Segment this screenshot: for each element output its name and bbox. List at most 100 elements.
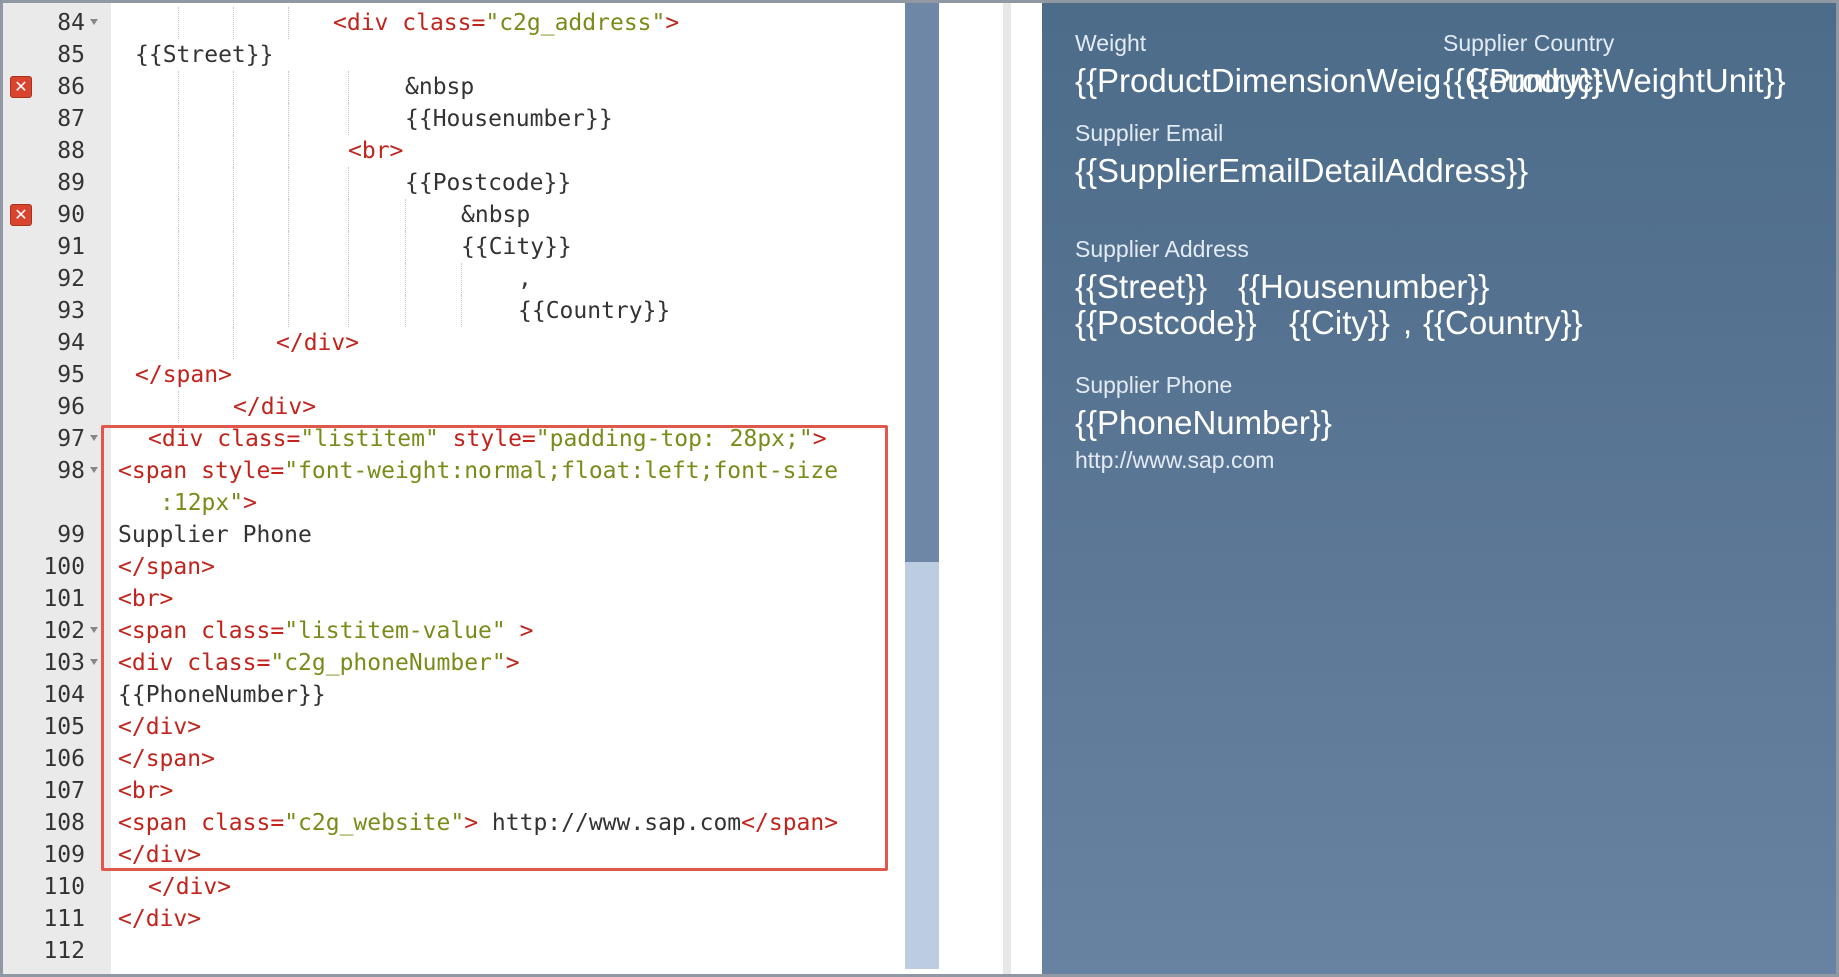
code-text: {{Country}}	[518, 295, 670, 327]
code-line[interactable]: 88 <br>	[3, 135, 905, 167]
supplier-country-label: Supplier Country	[1443, 30, 1615, 56]
line-number: 92	[57, 266, 85, 292]
indent-guide	[288, 135, 289, 167]
line-number: 101	[43, 586, 85, 612]
address-postcode: {{Postcode}}	[1075, 304, 1257, 341]
indent-guide	[233, 71, 234, 103]
address-country: {{Country}}	[1423, 304, 1583, 341]
indent-guide	[233, 231, 234, 263]
line-number: 103	[43, 650, 85, 676]
code-editor[interactable]: 84 <div class="c2g_address"> 85 {{Street}} 8…	[3, 3, 939, 974]
code-text: </span>	[135, 359, 232, 391]
code-token: </div>	[148, 874, 232, 900]
line-number: 88	[57, 138, 85, 164]
highlight-box	[101, 425, 888, 871]
address-comma: ,	[1403, 304, 1413, 341]
line-number: 105	[43, 714, 85, 740]
fold-arrow-icon[interactable]	[90, 627, 98, 633]
line-number: 94	[57, 330, 85, 356]
code-text: {{Housenumber}}	[405, 103, 613, 135]
code-line[interactable]: 96 </div>	[3, 391, 905, 423]
code-token: {{Housenumber}}	[405, 106, 613, 132]
supplier-address-label: Supplier Address	[1075, 236, 1249, 262]
code-token: {{Postcode}}	[405, 170, 572, 196]
code-text: </div>	[118, 903, 201, 935]
fold-arrow-icon[interactable]	[90, 659, 98, 665]
code-text: {{Street}}	[135, 39, 273, 71]
line-number: 97	[57, 426, 85, 452]
line-number: 102	[43, 618, 85, 644]
code-line[interactable]: 85 {{Street}}	[3, 39, 905, 71]
code-token: </div>	[276, 330, 360, 356]
error-marker-icon[interactable]: ✕	[10, 204, 32, 226]
editor-scrollbar-thumb[interactable]	[905, 3, 939, 562]
line-number: 96	[57, 394, 85, 420]
line-number: 84	[57, 10, 85, 36]
line-number: 87	[57, 106, 85, 132]
code-token: </div>	[233, 394, 317, 420]
indent-guide	[178, 295, 179, 327]
indent-guide	[288, 231, 289, 263]
indent-guide	[178, 71, 179, 103]
code-line[interactable]: 90 ✕ &nbsp	[3, 199, 905, 231]
line-number: 109	[43, 842, 85, 868]
fold-arrow-icon[interactable]	[90, 467, 98, 473]
line-number: 104	[43, 682, 85, 708]
address-city: {{City}}	[1289, 304, 1390, 341]
indent-guide	[178, 167, 179, 199]
error-marker-icon[interactable]: ✕	[10, 76, 32, 98]
indent-guide	[178, 327, 179, 359]
line-number: 112	[43, 938, 85, 964]
weight-value: {{ProductDimensionWeig	[1075, 62, 1442, 99]
indent-guide	[233, 263, 234, 295]
indent-guide	[233, 295, 234, 327]
code-token: &nbsp	[461, 202, 531, 228]
code-line[interactable]: 93 {{Country}}	[3, 295, 905, 327]
code-token: ,	[518, 266, 532, 292]
indent-guide	[288, 199, 289, 231]
code-text: {{Postcode}}	[405, 167, 571, 199]
indent-guide	[233, 135, 234, 167]
code-line[interactable]: 94 </div>	[3, 327, 905, 359]
code-line[interactable]: 110 </div>	[3, 871, 905, 903]
code-line[interactable]: 91 {{City}}	[3, 231, 905, 263]
code-line[interactable]: 86 ✕ &nbsp	[3, 71, 905, 103]
code-token: <div	[333, 10, 403, 36]
indent-guide	[288, 263, 289, 295]
indent-guide	[178, 135, 179, 167]
line-number: 100	[43, 554, 85, 580]
pane-resize-handle[interactable]	[1003, 3, 1011, 974]
line-number: 85	[57, 42, 85, 68]
line-number: 110	[43, 874, 85, 900]
indent-guide	[348, 199, 349, 231]
code-text: </div>	[276, 327, 359, 359]
weight-label: Weight	[1075, 30, 1147, 56]
fold-arrow-icon[interactable]	[90, 435, 98, 441]
indent-guide	[288, 295, 289, 327]
indent-guide	[348, 103, 349, 135]
indent-guide	[233, 199, 234, 231]
indent-guide	[233, 103, 234, 135]
code-line[interactable]: 87 {{Housenumber}}	[3, 103, 905, 135]
indent-guide	[288, 7, 289, 39]
indent-guide	[405, 295, 406, 327]
supplier-email-value: {{SupplierEmailDetailAddress}}	[1075, 152, 1529, 189]
code-line[interactable]: 112	[3, 935, 905, 967]
code-token: {{Street}}	[135, 42, 274, 68]
supplier-phone-label: Supplier Phone	[1075, 372, 1233, 398]
line-number: 93	[57, 298, 85, 324]
code-token: <br>	[348, 138, 404, 164]
code-line[interactable]: 95 </span>	[3, 359, 905, 391]
indent-guide	[461, 295, 462, 327]
website-link[interactable]: http://www.sap.com	[1075, 447, 1274, 474]
fold-arrow-icon[interactable]	[90, 19, 98, 25]
indent-guide	[405, 231, 406, 263]
code-token: class=	[402, 10, 486, 36]
code-text: ,	[518, 263, 532, 295]
preview-pane: Weight {{ProductDimensionWeig {{ProductW…	[1042, 3, 1836, 974]
indent-guide	[348, 295, 349, 327]
code-line[interactable]: 89 {{Postcode}}	[3, 167, 905, 199]
code-line[interactable]: 84 <div class="c2g_address">	[3, 7, 905, 39]
code-line[interactable]: 111 </div>	[3, 903, 905, 935]
code-line[interactable]: 92,	[3, 263, 905, 295]
